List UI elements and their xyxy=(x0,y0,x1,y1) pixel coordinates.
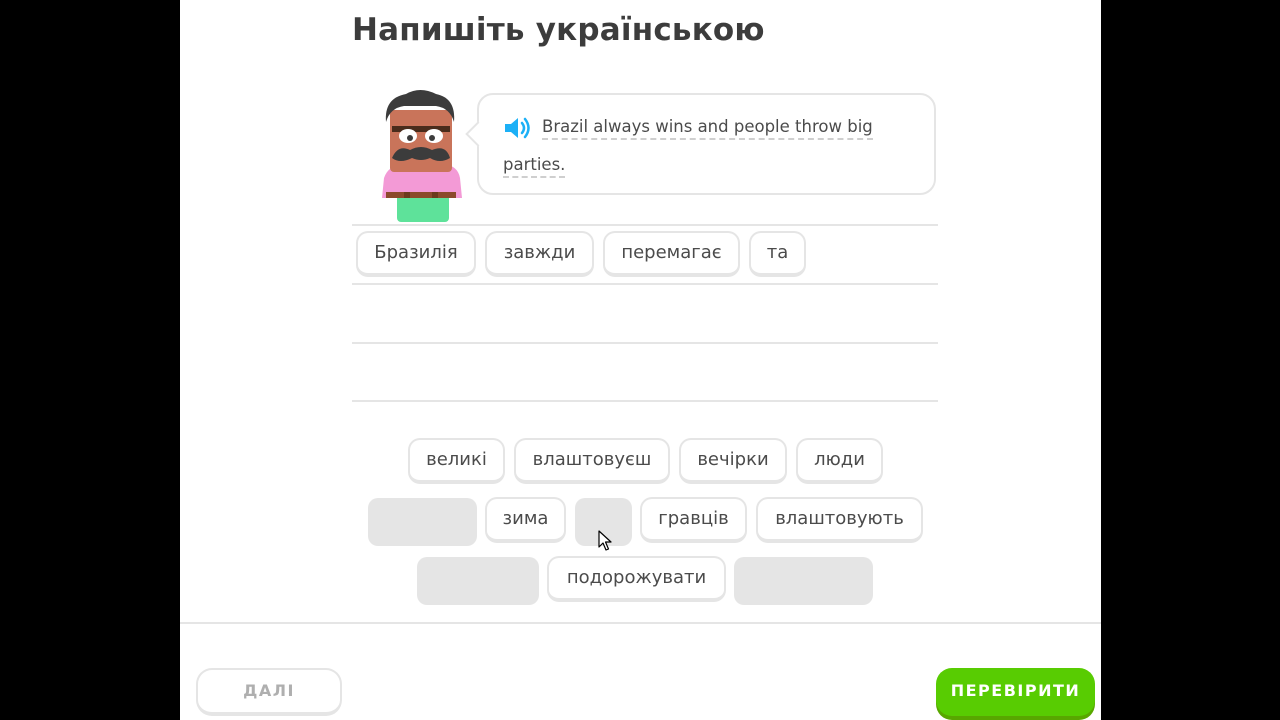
word-bank-chip[interactable]: влаштовуєш xyxy=(514,438,670,484)
prompt-speech-bubble: Brazil always wins and people throw big … xyxy=(465,93,936,195)
used-word-placeholder xyxy=(734,557,873,605)
word-bank-chip[interactable]: влаштовують xyxy=(756,497,923,543)
page-title: Напишіть українською xyxy=(352,12,765,48)
word-bank-chip[interactable]: великі xyxy=(408,438,505,484)
answer-word-chip[interactable]: Бразилія xyxy=(356,231,476,277)
prompt-text-line[interactable]: parties. xyxy=(503,155,566,178)
answer-word-chip[interactable]: та xyxy=(749,231,806,277)
answer-word-chip[interactable]: завжди xyxy=(485,231,594,277)
used-word-placeholder xyxy=(417,557,539,605)
word-bank-chip[interactable]: люди xyxy=(796,438,883,484)
used-word-placeholder xyxy=(368,498,477,546)
character-illustration xyxy=(382,90,462,222)
word-bank-chip[interactable]: гравців xyxy=(640,497,747,543)
prompt-text-line[interactable]: Brazil always wins and people throw big xyxy=(542,117,873,140)
mouse-cursor-icon xyxy=(598,530,612,551)
answer-line xyxy=(352,400,938,402)
answer-word-chip[interactable]: перемагає xyxy=(603,231,740,277)
speaker-icon[interactable] xyxy=(503,115,533,141)
check-button[interactable]: ПЕРЕВІРИТИ xyxy=(936,668,1095,716)
footer-divider xyxy=(180,622,1101,624)
skip-button[interactable]: ДАЛІ xyxy=(196,668,342,716)
answer-line xyxy=(352,283,938,285)
word-bank-chip[interactable]: зима xyxy=(485,497,566,543)
word-bank-chip[interactable]: подорожувати xyxy=(547,556,726,602)
word-bank-chip[interactable]: вечірки xyxy=(679,438,787,484)
answer-line xyxy=(352,342,938,344)
answer-line xyxy=(352,224,938,226)
lesson-screen: Напишіть українською Brazil always wins … xyxy=(180,0,1101,720)
